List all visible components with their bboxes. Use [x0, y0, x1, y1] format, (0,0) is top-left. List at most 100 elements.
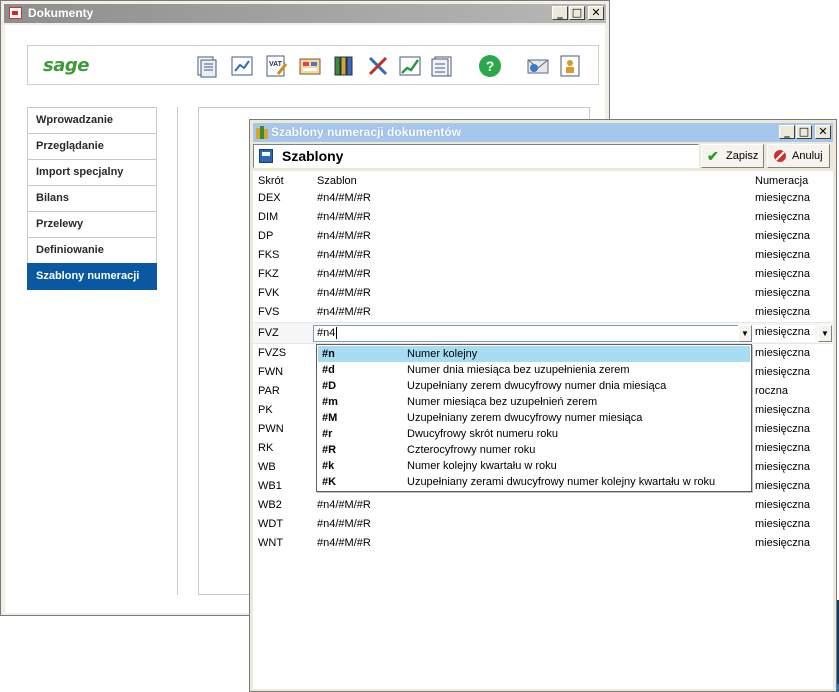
cell-code: FVS [258, 306, 280, 318]
documents-titlebar[interactable]: Dokumenty _ □ ✕ [4, 4, 606, 23]
cell-code: WDT [258, 518, 284, 530]
cell-numbering: miesięczna [755, 287, 811, 299]
autocomplete-item[interactable]: #d Numer dnia miesiąca bez uzupełnienia z… [318, 362, 750, 378]
autocomplete-desc: Numer miesiąca bez uzupełnień zerem [407, 396, 598, 408]
maximize-button[interactable]: □ [796, 125, 812, 139]
svg-text:VAT: VAT [269, 61, 283, 68]
sidebar-item-bilans[interactable]: Bilans [27, 185, 157, 211]
autocomplete-item[interactable]: #r Dwucyfrowy skrót numeru roku [318, 426, 750, 442]
sidebar-item-definiowanie[interactable]: Definiowanie [27, 237, 157, 263]
autocomplete-item[interactable]: #k Numer kolejny kwartału w roku [318, 458, 750, 474]
autocomplete-code: #n [322, 348, 335, 360]
cell-numbering: miesięczna [755, 537, 811, 549]
autocomplete-code: #K [322, 476, 337, 488]
cell-numbering: miesięczna [755, 461, 811, 473]
autocomplete-item[interactable]: #D Uzupełniany zerem dwucyfrowy numer dni… [318, 378, 750, 394]
minimize-button[interactable]: _ [552, 6, 568, 20]
cell-numbering: roczna [755, 385, 789, 397]
cell-template: #n4/#M/#R [317, 249, 371, 261]
mail-icon[interactable] [526, 54, 550, 78]
autocomplete-item[interactable]: #K Uzupełniany zerami dwucyfrowy numer ko… [318, 474, 750, 490]
cell-code: DIM [258, 211, 279, 223]
cell-code: PWN [258, 423, 284, 435]
autocomplete-item[interactable]: #m Numer miesiąca bez uzupełnień zerem [318, 394, 750, 410]
autocomplete-desc: Uzupełniany zerem dwucyfrowy numer miesi… [407, 412, 643, 424]
template-autocomplete-popup: #n Numer kolejny #d Numer dnia miesiąca be… [316, 344, 752, 492]
cell-code: PK [258, 404, 273, 416]
cancel-icon [773, 149, 787, 163]
maximize-button[interactable]: □ [569, 6, 585, 20]
autocomplete-code: #k [322, 460, 335, 472]
table-row[interactable]: FVK #n4/#M/#R miesięczna [253, 284, 833, 303]
templates-app-icon [256, 126, 269, 139]
template-dropdown-button[interactable]: ▼ [738, 325, 752, 342]
cell-numbering: miesięczna [755, 423, 811, 435]
svg-text:?: ? [486, 58, 495, 74]
chart-icon[interactable] [230, 54, 254, 78]
editing-row[interactable]: FVZ #n4 ▼ miesięczna ▼ [253, 322, 833, 344]
table-row[interactable]: DP #n4/#M/#R miesięczna [253, 227, 833, 246]
documents-icon[interactable] [194, 54, 218, 78]
tools-icon[interactable] [366, 54, 390, 78]
user-info-icon[interactable] [558, 54, 582, 78]
table-row[interactable]: FKS #n4/#M/#R miesięczna [253, 246, 833, 265]
column-header-template[interactable]: Szablon [317, 175, 357, 187]
calculator-icon[interactable] [298, 54, 322, 78]
binders-icon[interactable] [332, 54, 356, 78]
autocomplete-code: #D [322, 380, 337, 392]
cell-template: #n4/#M/#R [317, 499, 371, 511]
window-title: Dokumenty [28, 6, 94, 20]
help-icon[interactable]: ? [478, 54, 502, 78]
autocomplete-desc: Uzupełniany zerem dwucyfrowy numer dnia … [407, 380, 667, 392]
close-button[interactable]: ✕ [588, 6, 604, 20]
window-title: Szablony numeracji dokumentów [271, 125, 462, 139]
list-icon[interactable] [430, 54, 454, 78]
sidebar-item-szablony-numeracji[interactable]: Szablony numeracji [27, 263, 157, 290]
sidebar-item-przegladanie[interactable]: Przeglądanie [27, 133, 157, 159]
numbering-templates-window: Szablony numeracji dokumentów _ □ ✕ Szab… [249, 119, 837, 692]
numbering-dropdown-button[interactable]: ▼ [818, 325, 832, 342]
numbering-templates-titlebar[interactable]: Szablony numeracji dokumentów _ □ ✕ [253, 123, 833, 142]
cell-template: #n4/#M/#R [317, 287, 371, 299]
table-row[interactable]: FVS #n4/#M/#R miesięczna [253, 303, 833, 322]
table-row[interactable]: FKZ #n4/#M/#R miesięczna [253, 265, 833, 284]
autocomplete-item[interactable]: #R Czterocyfrowy numer roku [318, 442, 750, 458]
sidebar-item-import-specjalny[interactable]: Import specjalny [27, 159, 157, 185]
templates-icon [259, 149, 273, 163]
save-button[interactable]: ✔ Zapisz [701, 144, 764, 168]
cell-code: DEX [258, 192, 281, 204]
cell-code: FKZ [258, 268, 279, 280]
cell-template: #n4/#M/#R [317, 192, 371, 204]
cell-code: WB [258, 461, 276, 473]
save-button-label: Zapisz [726, 150, 759, 162]
column-header-code[interactable]: Skrót [258, 175, 284, 187]
growth-chart-icon[interactable] [398, 54, 422, 78]
numbering-select[interactable]: miesięczna [753, 325, 815, 342]
cell-numbering: miesięczna [755, 480, 811, 492]
cell-numbering: miesięczna [755, 249, 811, 261]
cell-numbering: miesięczna [755, 404, 811, 416]
checkmark-icon: ✔ [707, 148, 719, 164]
minimize-button[interactable]: _ [779, 125, 795, 139]
table-row[interactable]: WB2 #n4/#M/#R miesięczna [253, 496, 833, 515]
template-input[interactable]: #n4 [313, 325, 751, 342]
cell-code: PAR [258, 385, 280, 397]
autocomplete-code: #m [322, 396, 338, 408]
cancel-button[interactable]: Anuluj [767, 144, 830, 168]
sidebar-nav: Wprowadzanie Przeglądanie Import specjal… [27, 107, 157, 290]
table-row[interactable]: DEX #n4/#M/#R miesięczna [253, 189, 833, 208]
app-icon [9, 7, 22, 19]
sidebar-item-przelewy[interactable]: Przelewy [27, 211, 157, 237]
table-row[interactable]: DIM #n4/#M/#R miesięczna [253, 208, 833, 227]
column-header-numbering[interactable]: Numeracja [755, 175, 808, 187]
cell-numbering: miesięczna [755, 347, 811, 359]
vat-icon[interactable]: VAT [264, 54, 288, 78]
close-button[interactable]: ✕ [815, 125, 831, 139]
table-row[interactable]: WDT #n4/#M/#R miesięczna [253, 515, 833, 534]
autocomplete-item[interactable]: #n Numer kolejny [318, 346, 750, 362]
autocomplete-desc: Czterocyfrowy numer roku [407, 444, 536, 456]
sidebar-item-wprowadzanie[interactable]: Wprowadzanie [27, 107, 157, 133]
table-row[interactable]: WNT #n4/#M/#R miesięczna [253, 534, 833, 553]
autocomplete-item[interactable]: #M Uzupełniany zerem dwucyfrowy numer mie… [318, 410, 750, 426]
templates-header-title: Szablony [282, 148, 344, 164]
